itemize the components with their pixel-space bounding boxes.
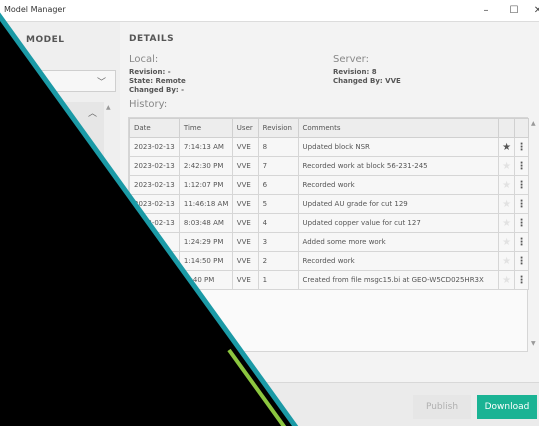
cell-date	[129, 270, 180, 290]
table-row[interactable]: ...:40 PM VVE 1 Created from file msgc15.bi…	[129, 270, 529, 290]
star-icon[interactable]: ★	[498, 270, 516, 290]
cell-comment: Created from file msgc15.bi at GEO-W5CD0…	[297, 270, 500, 290]
cell-revision: 8	[257, 137, 299, 157]
model-panel-title: MODEL	[26, 35, 65, 45]
title-bar: Model Manager – ☐ ✕	[0, 0, 539, 22]
server-changed-by: Changed By: VVE	[333, 77, 401, 85]
column-header-star	[498, 118, 516, 138]
cell-time: 1:14:50 PM	[178, 251, 233, 271]
cell-time: 1:24:29 PM	[178, 232, 233, 252]
table-row[interactable]: 2023-02-13 7:14:13 AM VVE 8 Updated block NS…	[129, 137, 529, 157]
cell-user: VVE	[231, 213, 259, 233]
table-scroll-up-icon[interactable]: ▲	[531, 120, 536, 127]
cell-comment: Updated block NSR	[297, 137, 500, 157]
table-row[interactable]: 2023-02-13 2:42:30 PM VVE 7 Recorded work at…	[129, 156, 529, 176]
cell-user: VVE	[231, 137, 259, 157]
history-table: Date Time User Revision Comments 2023-02…	[128, 117, 529, 352]
model-select[interactable]: ﹀	[0, 70, 116, 92]
star-icon[interactable]: ★	[498, 156, 516, 176]
column-header-revision[interactable]: Revision	[257, 118, 299, 138]
cell-date	[129, 251, 180, 271]
star-icon[interactable]: ★	[498, 251, 516, 271]
column-header-time[interactable]: Time	[178, 118, 233, 138]
cell-comment: Recorded work	[297, 175, 500, 195]
cell-time: 8:03:48 AM	[178, 213, 233, 233]
maximize-icon[interactable]: ☐	[506, 3, 522, 19]
cell-comment: Added some more work	[297, 232, 500, 252]
table-scroll-down-icon[interactable]: ▼	[531, 340, 536, 347]
local-label: Local:	[129, 54, 159, 65]
cell-revision: 3	[257, 232, 299, 252]
cell-revision: 7	[257, 156, 299, 176]
scroll-up-icon[interactable]: ▲	[106, 104, 111, 111]
cell-user: VVE	[231, 194, 259, 214]
chevron-down-icon: ﹀	[97, 78, 107, 88]
server-revision: Revision: 8	[333, 68, 377, 76]
star-icon[interactable]: ★	[498, 194, 516, 214]
more-options-icon[interactable]: ⋮	[514, 175, 529, 195]
local-revision: Revision: -	[129, 68, 171, 76]
more-options-icon[interactable]: ⋮	[514, 270, 529, 290]
local-state: State: Remote	[129, 77, 186, 85]
history-label: History:	[129, 99, 168, 110]
download-button[interactable]: Download	[477, 395, 537, 419]
cell-date: 2023-02-13	[129, 194, 180, 214]
local-changed-by: Changed By: -	[129, 86, 185, 94]
cell-date: 2023-02-13	[129, 156, 180, 176]
more-options-icon[interactable]: ⋮	[514, 156, 529, 176]
cell-revision: 1	[257, 270, 299, 290]
cell-comment: Updated AU grade for cut 129	[297, 194, 500, 214]
star-icon[interactable]: ★	[498, 232, 516, 252]
cell-user: VVE	[231, 156, 259, 176]
close-icon[interactable]: ✕	[530, 3, 539, 19]
star-icon[interactable]: ★	[498, 213, 516, 233]
table-row[interactable]: 1:14:50 PM VVE 2 Recorded work ★ ⋮	[129, 251, 529, 271]
cell-time: ...:40 PM	[178, 270, 233, 290]
chevron-up-icon[interactable]: ︿	[88, 106, 97, 119]
window-title: Model Manager	[4, 5, 66, 14]
cell-time: 1:12:07 PM	[178, 175, 233, 195]
table-row[interactable]: 2023-02-13 8:03:48 AM VVE 4 Updated copper v…	[129, 213, 529, 233]
more-options-icon[interactable]: ⋮	[514, 251, 529, 271]
column-header-comments[interactable]: Comments	[297, 118, 500, 138]
column-header-user[interactable]: User	[231, 118, 259, 138]
cell-revision: 6	[257, 175, 299, 195]
cell-user: VVE	[231, 270, 259, 290]
cell-time: 11:46:18 AM	[178, 194, 233, 214]
cell-revision: 5	[257, 194, 299, 214]
more-options-icon[interactable]: ⋮	[514, 232, 529, 252]
more-options-icon[interactable]: ⋮	[514, 194, 529, 214]
cell-revision: 2	[257, 251, 299, 271]
cell-user: VVE	[231, 175, 259, 195]
table-header-row: Date Time User Revision Comments	[129, 118, 529, 138]
table-row[interactable]: 1:24:29 PM VVE 3 Added some more work ★ ⋮	[129, 232, 529, 252]
column-header-menu	[514, 118, 529, 138]
more-options-icon[interactable]: ⋮	[514, 137, 529, 157]
star-icon[interactable]: ★	[498, 137, 516, 157]
cell-user: VVE	[231, 232, 259, 252]
more-options-icon[interactable]: ⋮	[514, 213, 529, 233]
cell-time: 7:14:13 AM	[178, 137, 233, 157]
cell-date	[129, 232, 180, 252]
cell-time: 2:42:30 PM	[178, 156, 233, 176]
cell-revision: 4	[257, 213, 299, 233]
cell-date: 2023-02-13	[129, 137, 180, 157]
column-header-date[interactable]: Date	[129, 118, 180, 138]
minimize-icon[interactable]: –	[478, 3, 494, 19]
star-icon[interactable]: ★	[498, 175, 516, 195]
publish-button[interactable]: Publish	[413, 395, 471, 419]
cell-comment: Recorded work at block 56-231-245	[297, 156, 500, 176]
cell-comment: Updated copper value for cut 127	[297, 213, 500, 233]
details-title: DETAILS	[129, 34, 175, 44]
cell-date: 2023-02-13	[129, 175, 180, 195]
model-panel: MODEL ﹀ ︿ ▲	[0, 22, 120, 382]
table-row[interactable]: 2023-02-13 11:46:18 AM VVE 5 Updated AU grad…	[129, 194, 529, 214]
cell-comment: Recorded work	[297, 251, 500, 271]
cell-user: VVE	[231, 251, 259, 271]
table-row[interactable]: 2023-02-13 1:12:07 PM VVE 6 Recorded work ★ ⋮	[129, 175, 529, 195]
cell-date: 2023-02-13	[129, 213, 180, 233]
server-label: Server:	[333, 54, 369, 65]
model-list[interactable]: ︿	[0, 102, 104, 382]
